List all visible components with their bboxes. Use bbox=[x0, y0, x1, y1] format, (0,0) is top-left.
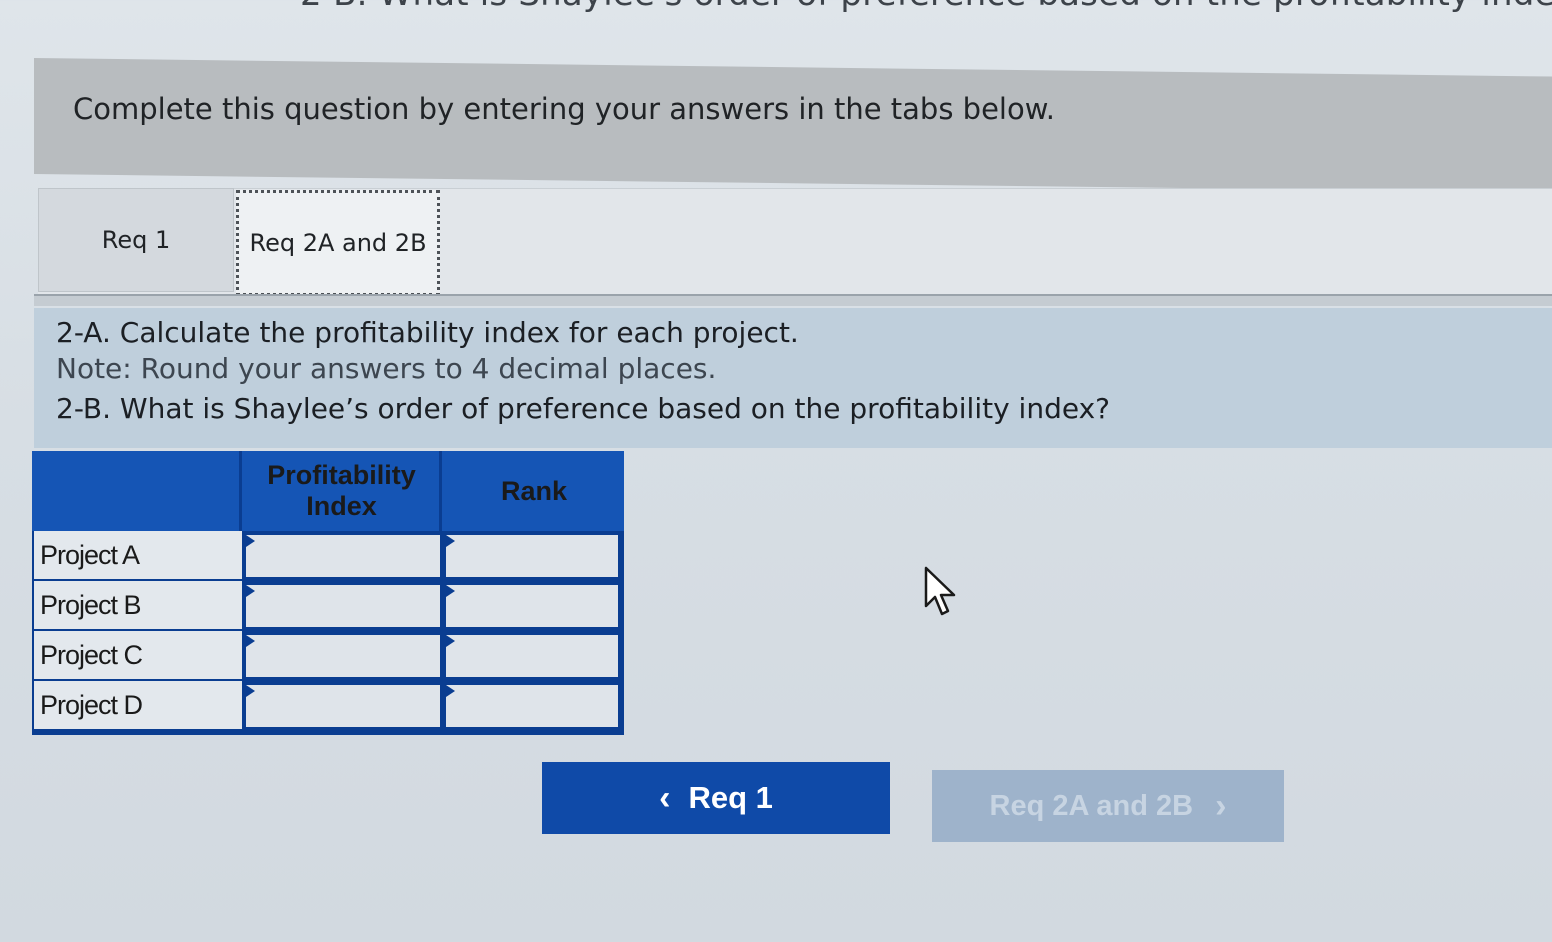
next-button-label: Req 2A and 2B bbox=[989, 789, 1194, 822]
next-req-2a-2b-button[interactable]: Req 2A and 2B › bbox=[932, 770, 1284, 842]
table-header: Profitability Index Rank bbox=[32, 451, 624, 531]
tab-label: Req 2A and 2B bbox=[249, 229, 427, 257]
cutoff-question-text: 2-B. What is Shaylee's order of preferen… bbox=[300, 0, 1552, 14]
header-rank: Rank bbox=[500, 475, 568, 506]
project-b-rank-input[interactable] bbox=[446, 585, 618, 627]
chevron-right-icon: › bbox=[1215, 787, 1227, 825]
table-row-project-a: Project A bbox=[32, 531, 624, 580]
rounding-note: Note: Round your answers to 4 decimal pl… bbox=[56, 352, 717, 385]
project-c-pi-input[interactable] bbox=[246, 635, 440, 677]
table-row-project-c: Project C bbox=[32, 631, 624, 680]
row-label: Project D bbox=[34, 681, 242, 729]
row-label: Project B bbox=[34, 581, 242, 629]
chevron-left-icon: ‹ bbox=[659, 779, 671, 817]
header-empty-cell bbox=[32, 451, 242, 531]
row-label: Project C bbox=[34, 631, 242, 679]
input-marker-icon bbox=[246, 685, 255, 697]
input-marker-icon bbox=[246, 635, 255, 647]
prev-button-label: Req 1 bbox=[688, 780, 773, 815]
header-profitability-index: Profitability Index bbox=[244, 451, 442, 531]
profitability-table: Profitability Index Rank Project A Projec… bbox=[32, 451, 624, 735]
input-marker-icon bbox=[246, 535, 255, 547]
table-row-project-b: Project B bbox=[32, 581, 624, 630]
project-c-rank-input[interactable] bbox=[446, 635, 618, 677]
question-2b: 2-B. What is Shaylee’s order of preferen… bbox=[56, 392, 1111, 425]
project-a-rank-input[interactable] bbox=[446, 535, 618, 577]
project-d-rank-input[interactable] bbox=[446, 685, 618, 727]
question-2a: 2-A. Calculate the profitability index f… bbox=[56, 316, 799, 349]
project-b-pi-input[interactable] bbox=[246, 585, 440, 627]
mouse-pointer-icon bbox=[924, 566, 956, 616]
instruction-text: Complete this question by entering your … bbox=[73, 92, 1055, 126]
input-marker-icon bbox=[446, 685, 455, 697]
input-marker-icon bbox=[446, 635, 455, 647]
input-marker-icon bbox=[246, 585, 255, 597]
tab-req-2a-2b[interactable]: Req 2A and 2B bbox=[236, 190, 440, 296]
row-label: Project A bbox=[34, 531, 242, 579]
project-d-pi-input[interactable] bbox=[246, 685, 440, 727]
input-marker-icon bbox=[446, 535, 455, 547]
prev-req-1-button[interactable]: ‹ Req 1 bbox=[542, 762, 890, 834]
project-a-pi-input[interactable] bbox=[246, 535, 440, 577]
tab-label: Req 1 bbox=[101, 226, 171, 254]
tab-req-1[interactable]: Req 1 bbox=[38, 188, 234, 292]
input-marker-icon bbox=[446, 585, 455, 597]
tab-divider bbox=[34, 294, 1552, 306]
table-row-project-d: Project D bbox=[32, 681, 624, 730]
